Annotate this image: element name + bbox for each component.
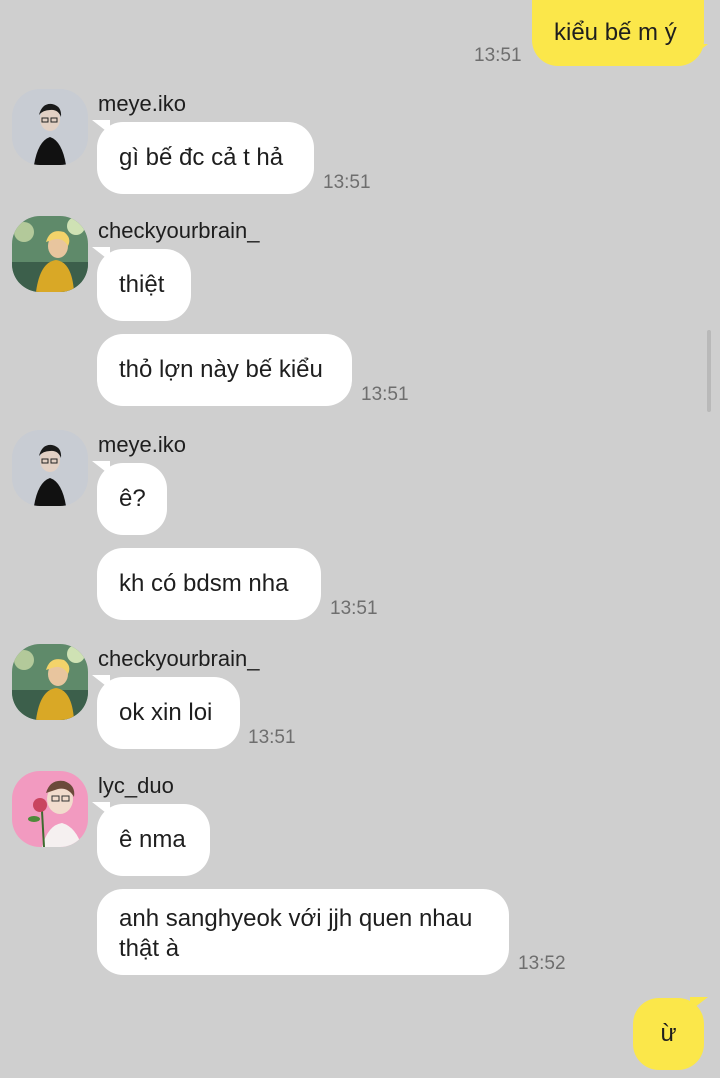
bubble-tail	[92, 247, 110, 261]
meye-iko-avatar[interactable]	[12, 89, 88, 165]
message-bubble[interactable]: kh có bdsm nha	[97, 548, 321, 620]
message-timestamp: 13:51	[248, 727, 296, 748]
message-bubble[interactable]: thiệt	[97, 249, 191, 321]
checkyourbrain-avatar[interactable]	[12, 644, 88, 720]
bubble-tail	[92, 675, 110, 689]
message-text: kiểu bế m ý	[554, 19, 677, 46]
bubble-tail	[92, 461, 110, 475]
bubble-tail	[92, 120, 110, 134]
lyc-duo-avatar[interactable]	[12, 771, 88, 847]
message-text: thỏ lợn này bế kiểu	[119, 356, 323, 383]
sender-name: checkyourbrain_	[98, 218, 260, 243]
message-text: anh sanghyeok với jjh quen nhau thật à	[119, 905, 473, 962]
message-timestamp: 13:51	[361, 384, 409, 405]
scrollbar[interactable]	[707, 330, 711, 412]
message-bubble[interactable]: gì bế đc cả t hả	[97, 122, 314, 194]
message-timestamp: 13:51	[330, 598, 378, 619]
message-text: ê nma	[119, 826, 186, 853]
message-text: ê?	[119, 485, 146, 512]
message-bubble[interactable]: ê nma	[97, 804, 210, 876]
message-text: thiệt	[119, 271, 165, 298]
message-text: kh có bdsm nha	[119, 570, 289, 597]
message-text: ừ	[660, 1020, 677, 1047]
message-bubble[interactable]: ok xin loi	[97, 677, 240, 749]
sender-name: meye.iko	[98, 432, 187, 457]
sender-name: checkyourbrain_	[98, 646, 260, 671]
meye-iko-avatar[interactable]	[12, 430, 88, 506]
message-text: ok xin loi	[119, 699, 213, 726]
bubble-tail	[690, 997, 708, 1011]
message-timestamp: 13:52	[518, 953, 566, 974]
message-bubble[interactable]: thỏ lợn này bế kiểu	[97, 334, 352, 406]
message-text: gì bế đc cả t hả	[119, 144, 284, 171]
sender-name: meye.iko	[98, 91, 187, 116]
bubble-tail	[690, 44, 708, 58]
message-timestamp: 13:51	[323, 172, 371, 193]
message-timestamp: 13:51	[474, 45, 522, 66]
checkyourbrain-avatar[interactable]	[12, 216, 88, 292]
sender-name: lyc_duo	[98, 773, 174, 798]
bubble-tail	[92, 802, 110, 816]
own-message-bubble[interactable]: kiểu bế m ý	[532, 0, 704, 66]
message-bubble[interactable]: anh sanghyeok với jjh quen nhau thật à	[97, 889, 509, 975]
